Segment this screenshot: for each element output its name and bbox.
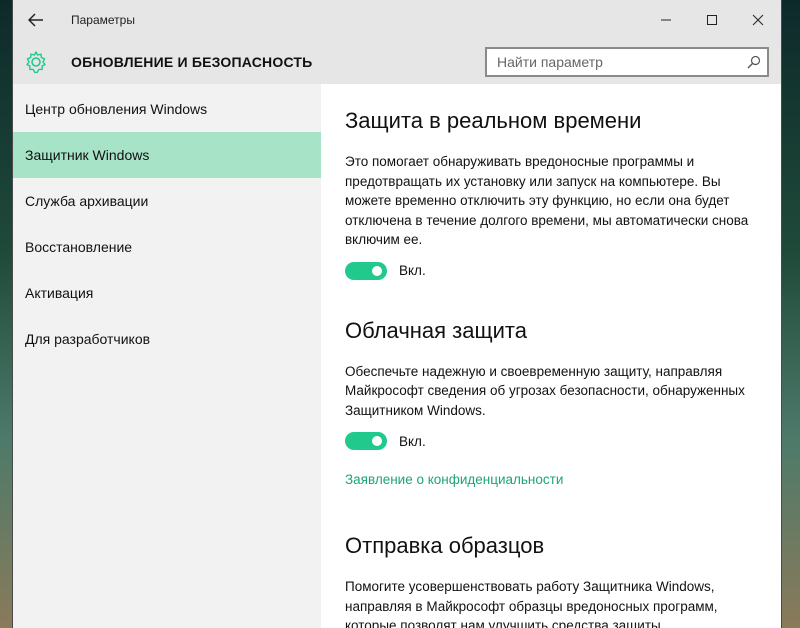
cloud-toggle-label: Вкл. bbox=[399, 433, 426, 449]
maximize-icon bbox=[707, 15, 717, 25]
gear-icon bbox=[26, 51, 46, 74]
cloud-protection-title: Облачная защита bbox=[345, 317, 527, 343]
realtime-toggle-row: Вкл. bbox=[345, 261, 781, 280]
minimize-button[interactable] bbox=[643, 0, 689, 40]
sidebar-item-windows-update[interactable]: Центр обновления Windows bbox=[13, 86, 321, 132]
window-controls bbox=[643, 0, 781, 40]
realtime-protection-section: Защита в реальном времени Это помогает о… bbox=[345, 108, 781, 280]
cloud-protection-toggle[interactable] bbox=[345, 432, 387, 450]
search-icon[interactable] bbox=[741, 55, 767, 69]
search-input[interactable] bbox=[487, 49, 741, 75]
sample-submission-title: Отправка образцов bbox=[345, 533, 545, 558]
maximize-button[interactable] bbox=[689, 0, 735, 40]
close-button[interactable] bbox=[735, 0, 781, 40]
realtime-protection-toggle[interactable] bbox=[345, 261, 387, 280]
realtime-toggle-label: Вкл. bbox=[399, 263, 426, 278]
cloud-protection-description: Обеспечьте надежную и своевременную защи… bbox=[345, 363, 745, 418]
gear-icon-wrap bbox=[13, 40, 59, 84]
minimize-icon bbox=[661, 19, 671, 21]
close-icon bbox=[752, 14, 764, 26]
back-button[interactable] bbox=[13, 0, 59, 40]
sidebar-item-recovery[interactable]: Восстановление bbox=[13, 224, 321, 270]
sidebar-item-windows-defender[interactable]: Защитник Windows bbox=[13, 132, 321, 178]
cloud-protection-section: Облачная защита Обеспечьте надежную и св… bbox=[345, 318, 781, 490]
privacy-statement-link[interactable]: Заявление о конфиденциальности bbox=[345, 472, 563, 487]
sidebar-item-activation[interactable]: Активация bbox=[13, 270, 321, 316]
main-body: Центр обновления Windows Защитник Window… bbox=[13, 84, 781, 628]
settings-window: Параметры ОБНОВЛЕНИЕ И БЕЗОПАСНОСТЬ Найт… bbox=[12, 0, 782, 628]
sample-submission-description: Помогите усовершенствовать работу Защитн… bbox=[345, 579, 718, 628]
content-pane: Защита в реальном времени Это помогает о… bbox=[321, 84, 781, 628]
arrow-left-icon bbox=[28, 13, 43, 27]
title-bar: Параметры bbox=[13, 0, 781, 40]
sidebar: Центр обновления Windows Защитник Window… bbox=[13, 84, 321, 628]
page-title: ОБНОВЛЕНИЕ И БЕЗОПАСНОСТЬ bbox=[71, 54, 313, 70]
sidebar-item-backup[interactable]: Служба архивации bbox=[13, 178, 321, 224]
search-box[interactable] bbox=[485, 47, 769, 77]
realtime-protection-title: Защита в реальном времени bbox=[345, 108, 642, 133]
app-title: Параметры bbox=[71, 13, 135, 27]
sidebar-item-developers[interactable]: Для разработчиков bbox=[13, 316, 321, 362]
sample-submission-section: Отправка образцов Помогите усовершенство… bbox=[345, 533, 781, 628]
page-header: ОБНОВЛЕНИЕ И БЕЗОПАСНОСТЬ bbox=[13, 40, 781, 84]
cloud-toggle-row: Вкл. bbox=[345, 432, 781, 450]
realtime-protection-description: Это помогает обнаруживать вредоносные пр… bbox=[345, 154, 749, 247]
